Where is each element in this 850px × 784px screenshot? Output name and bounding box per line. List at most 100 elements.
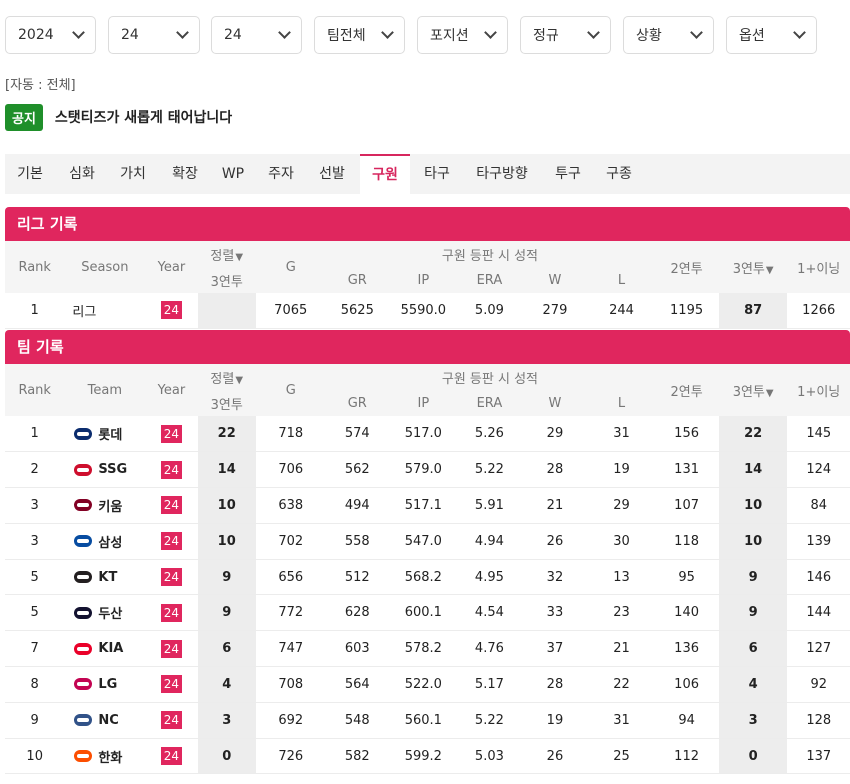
cell-ip: 578.2	[389, 630, 458, 668]
col-one-plus[interactable]: 1+이닝	[787, 364, 850, 416]
col-era[interactable]: ERA	[457, 267, 522, 293]
col-three-days[interactable]: 3연투	[718, 241, 788, 293]
cell-era: 5.09	[457, 293, 522, 329]
team-select[interactable]: 팀전체	[314, 16, 405, 54]
tab-wp[interactable]: WP	[212, 154, 254, 194]
col-gr[interactable]: GR	[325, 390, 390, 416]
cell-three: 87	[718, 293, 788, 329]
tab-value[interactable]: 가치	[108, 154, 158, 194]
cell-two: 1195	[654, 293, 719, 329]
tab-starter[interactable]: 선발	[307, 154, 357, 194]
cell-era: 4.95	[457, 559, 522, 596]
team-name-link[interactable]: SSG	[98, 462, 127, 477]
cell-team: NC	[64, 702, 146, 739]
cell-ip: 568.2	[389, 559, 458, 596]
cell-year: 24	[145, 594, 198, 632]
cell-ip: 579.0	[389, 451, 458, 489]
col-ip[interactable]: IP	[389, 390, 458, 416]
col-era[interactable]: ERA	[457, 390, 522, 416]
team-name-link[interactable]: 한화	[98, 751, 122, 766]
col-two-days[interactable]: 2연투	[654, 364, 719, 416]
cell-two: 140	[654, 594, 719, 632]
cell-l: 23	[588, 594, 655, 632]
league-section-title: 리그 기록	[5, 207, 850, 241]
col-team: Team	[64, 364, 146, 416]
cell-team: 키움	[64, 487, 146, 524]
cell-three: 9	[718, 594, 788, 632]
tab-runner[interactable]: 주자	[257, 154, 305, 194]
situation-select[interactable]: 상황	[623, 16, 714, 54]
cell-g: 7065	[255, 293, 326, 329]
position-select[interactable]: 포지션	[417, 16, 508, 54]
cell-era: 5.17	[457, 666, 522, 703]
cell-three: 9	[718, 559, 788, 596]
cell-l: 19	[588, 451, 655, 489]
cell-gr: 548	[325, 702, 390, 739]
cell-sort: 3	[197, 702, 256, 739]
cell-g: 726	[255, 738, 326, 775]
cell-year: 24	[145, 738, 198, 775]
cell-gr: 564	[325, 666, 390, 703]
col-gr[interactable]: GR	[325, 267, 390, 293]
table-row: 1 롯데 24 22 718 574 517.0 5.26 29 31 156 22 145	[5, 416, 850, 453]
cell-ip: 599.2	[389, 738, 458, 775]
col-g[interactable]: G	[255, 241, 326, 293]
tab-batted-ball[interactable]: 타구	[413, 154, 461, 194]
col-l[interactable]: L	[588, 267, 655, 293]
cell-gr: 494	[325, 487, 390, 524]
col-ip[interactable]: IP	[389, 267, 458, 293]
col-group-relief: 구원 등판 시 성적	[325, 241, 655, 267]
tab-basic[interactable]: 기본	[5, 154, 55, 194]
season-type-select[interactable]: 정규	[520, 16, 611, 54]
cell-three: 6	[718, 630, 788, 668]
tab-pitch-type[interactable]: 구종	[594, 154, 644, 194]
team-name-link[interactable]: 키움	[98, 500, 122, 515]
col-three-days[interactable]: 3연투	[718, 364, 788, 416]
team-name-link[interactable]: NC	[98, 713, 118, 728]
cell-g: 638	[255, 487, 326, 524]
cell-rank: 8	[5, 666, 65, 703]
col-sort[interactable]: 정렬	[197, 241, 256, 267]
team-name-link[interactable]: LG	[98, 677, 117, 692]
team-name-link[interactable]: 두산	[98, 607, 122, 622]
cell-team: SSG	[64, 451, 146, 489]
season-select[interactable]: 2024	[5, 16, 96, 54]
team-name-link[interactable]: 롯데	[98, 428, 122, 443]
tab-batted-direction[interactable]: 타구방향	[463, 154, 541, 194]
team-name-link[interactable]: KT	[98, 570, 117, 585]
team-name-link[interactable]: KIA	[98, 641, 123, 656]
col-sort[interactable]: 정렬	[197, 364, 256, 390]
table-row: 5 두산 24 9 772 628 600.1 4.54 33 23 140 9 144	[5, 594, 850, 632]
to-year-select[interactable]: 24	[211, 16, 302, 54]
cell-two: 136	[654, 630, 719, 668]
cell-ip: 547.0	[389, 523, 458, 560]
cell-one-plus: 139	[787, 523, 850, 560]
tab-advanced[interactable]: 심화	[57, 154, 107, 194]
col-one-plus[interactable]: 1+이닝	[787, 241, 850, 293]
tab-extended[interactable]: 확장	[159, 154, 211, 194]
team-name-link[interactable]: 삼성	[98, 536, 122, 551]
cell-w: 279	[521, 293, 589, 329]
tab-reliever[interactable]: 구원	[360, 154, 410, 194]
cell-year: 24	[145, 293, 198, 329]
col-l[interactable]: L	[588, 390, 655, 416]
from-year-select[interactable]: 24	[108, 16, 200, 54]
cell-w: 28	[521, 666, 589, 703]
cell-gr: 512	[325, 559, 390, 596]
tab-pitching[interactable]: 투구	[543, 154, 593, 194]
cell-rank: 1	[5, 416, 65, 453]
team-logo-icon	[74, 463, 93, 476]
cell-rank: 9	[5, 702, 65, 739]
col-w[interactable]: W	[521, 267, 589, 293]
chevron-down-icon	[690, 26, 703, 39]
col-g[interactable]: G	[255, 364, 326, 416]
col-two-days[interactable]: 2연투	[654, 241, 719, 293]
cell-rank: 2	[5, 451, 65, 489]
cell-team: 삼성	[64, 523, 146, 560]
col-season: Season	[64, 241, 146, 293]
cell-two: 156	[654, 416, 719, 453]
notice-link[interactable]: 스탯티즈가 새롭게 태어납니다	[55, 107, 232, 127]
col-w[interactable]: W	[521, 390, 589, 416]
cell-l: 29	[588, 487, 655, 524]
option-select[interactable]: 옵션	[726, 16, 817, 54]
